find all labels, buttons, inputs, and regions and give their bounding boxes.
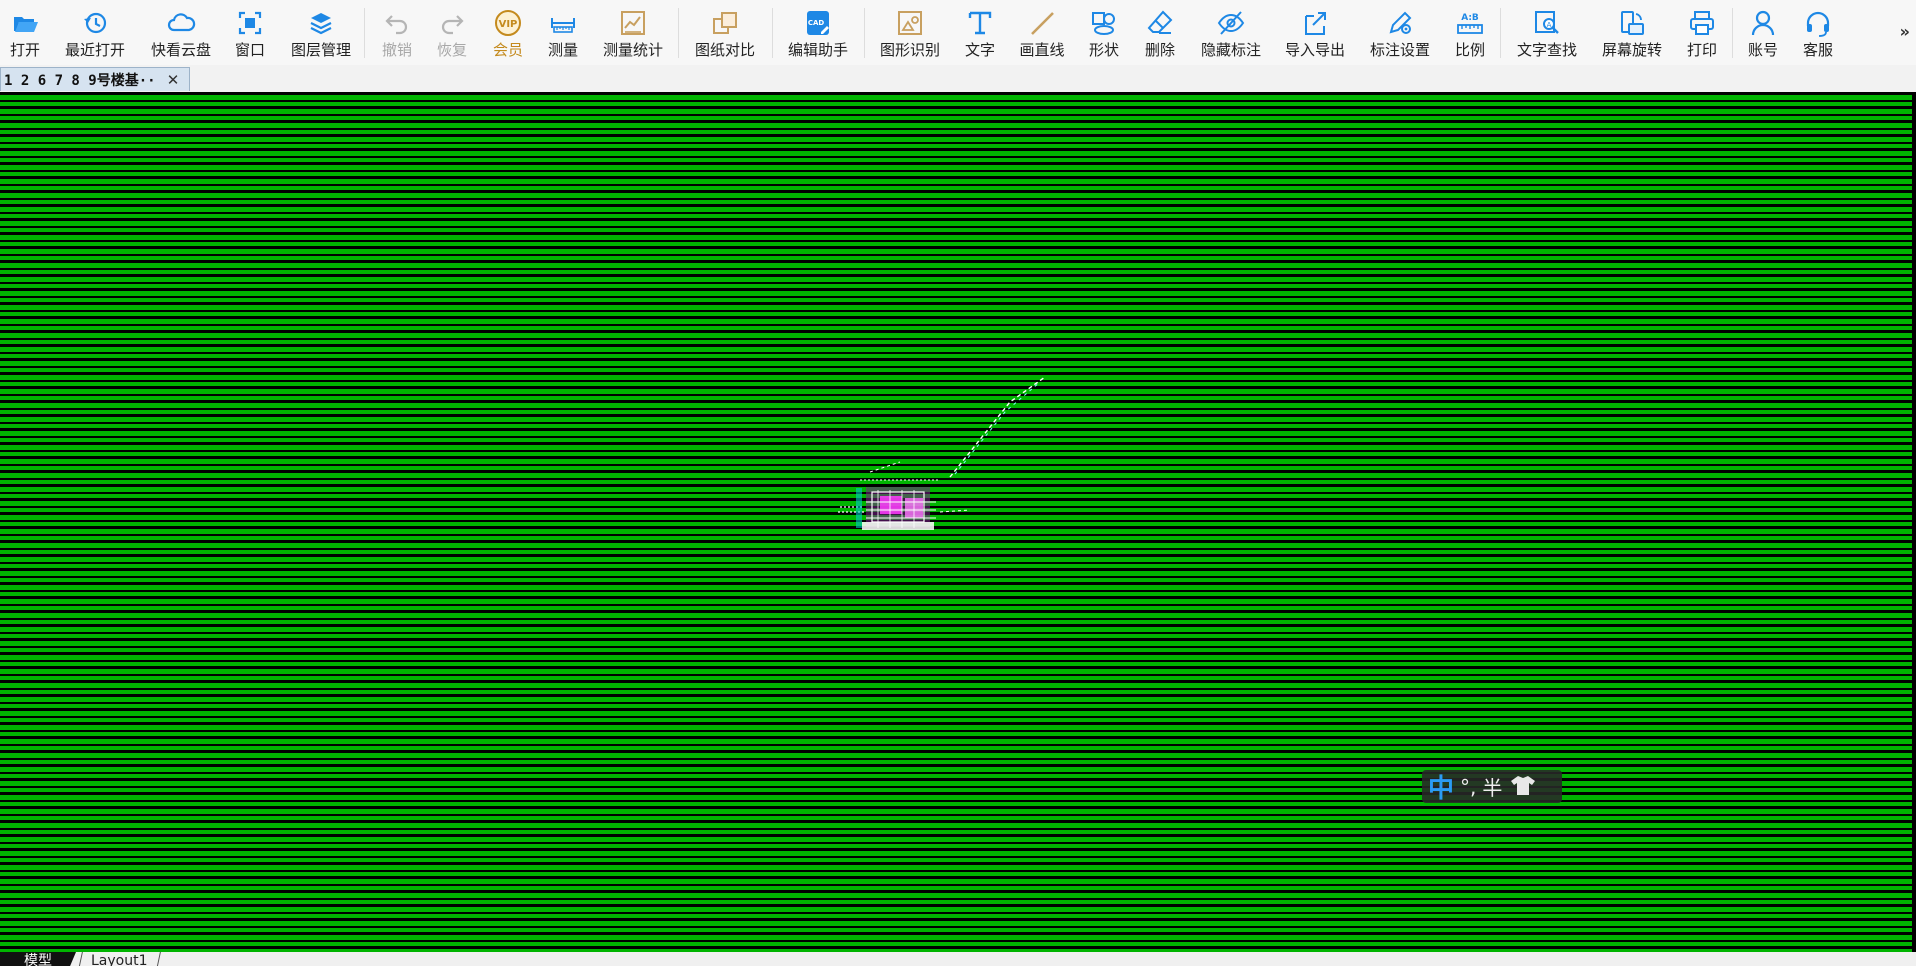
undo-button[interactable]: 撤销 bbox=[381, 4, 413, 62]
hide-annotations-button[interactable]: 隐藏标注 bbox=[1200, 4, 1262, 62]
tshirt-skin-icon[interactable] bbox=[1510, 774, 1536, 800]
annotation-settings-icon bbox=[1385, 8, 1415, 38]
folder-open-icon bbox=[10, 8, 40, 38]
toolbar-separator bbox=[678, 8, 679, 58]
layout-tab-bar: 模型 Layout1 bbox=[0, 952, 1916, 966]
shapes-icon bbox=[1089, 8, 1119, 38]
ruler-icon bbox=[548, 8, 578, 38]
screen-rotate-button[interactable]: 屏幕旋转 bbox=[1601, 4, 1663, 62]
svg-text:CAD: CAD bbox=[808, 19, 825, 27]
recent-open-button[interactable]: 最近打开 bbox=[64, 4, 126, 62]
document-tab[interactable]: 1 2 6 7 8 9号楼基·· ✕ bbox=[0, 67, 190, 91]
open-button[interactable]: 打开 bbox=[8, 4, 42, 62]
measure-stats-button[interactable]: 测量统计 bbox=[602, 4, 664, 62]
printer-icon bbox=[1687, 8, 1717, 38]
headset-icon bbox=[1803, 8, 1833, 38]
scale-icon: A:B bbox=[1455, 8, 1485, 38]
toolbar-separator bbox=[864, 8, 865, 58]
annotation-settings-button[interactable]: 标注设置 bbox=[1369, 4, 1431, 62]
svg-text:A: A bbox=[1547, 21, 1552, 29]
document-tab-title: 1 2 6 7 8 9号楼基·· bbox=[4, 72, 156, 89]
ime-punctuation-toggle[interactable]: °, bbox=[1460, 775, 1476, 799]
import-export-icon bbox=[1300, 8, 1330, 38]
import-export-button[interactable]: 导入导出 bbox=[1284, 4, 1346, 62]
delete-button[interactable]: 删除 bbox=[1144, 4, 1176, 62]
layout-tab-layout1[interactable]: Layout1 bbox=[78, 952, 161, 966]
cloud-icon bbox=[166, 8, 196, 38]
vip-icon: VIP bbox=[493, 8, 523, 38]
rotate-screen-icon bbox=[1617, 8, 1647, 38]
toolbar-separator bbox=[1500, 8, 1501, 58]
svg-text:A:B: A:B bbox=[1461, 13, 1479, 23]
undo-icon bbox=[382, 8, 412, 38]
drawing-canvas[interactable] bbox=[0, 92, 1916, 952]
measure-button[interactable]: 测量 bbox=[547, 4, 579, 62]
toolbar-separator bbox=[772, 8, 773, 58]
history-icon bbox=[80, 8, 110, 38]
customer-service-button[interactable]: 客服 bbox=[1802, 4, 1834, 62]
drawing-dashed-line bbox=[939, 509, 971, 513]
compare-icon bbox=[710, 8, 740, 38]
document-tab-strip: 1 2 6 7 8 9号楼基·· ✕ bbox=[0, 65, 1916, 92]
text-icon bbox=[965, 8, 995, 38]
text-search-icon: A bbox=[1532, 8, 1562, 38]
svg-text:VIP: VIP bbox=[499, 19, 518, 30]
shape-recognize-icon bbox=[895, 8, 925, 38]
text-search-button[interactable]: A 文字查找 bbox=[1516, 4, 1578, 62]
redo-icon bbox=[437, 8, 467, 38]
canvas-right-edge bbox=[1912, 92, 1916, 952]
drawing-compare-button[interactable]: 图纸对比 bbox=[694, 4, 756, 62]
line-icon bbox=[1027, 8, 1057, 38]
cloud-drive-button[interactable]: 快看云盘 bbox=[150, 4, 212, 62]
print-button[interactable]: 打印 bbox=[1686, 4, 1718, 62]
measure-stats-icon bbox=[618, 8, 648, 38]
ime-status-bar[interactable]: 中 °, 半 bbox=[1422, 768, 1562, 805]
layout-tab-model[interactable]: 模型 bbox=[0, 952, 76, 966]
window-fit-button[interactable]: 窗口 bbox=[234, 4, 266, 62]
cad-drawing bbox=[838, 376, 1046, 530]
text-tool-button[interactable]: 文字 bbox=[964, 4, 996, 62]
user-icon bbox=[1748, 8, 1778, 38]
redo-button[interactable]: 恢复 bbox=[436, 4, 468, 62]
edit-assistant-button[interactable]: CAD 编辑助手 bbox=[787, 4, 849, 62]
account-button[interactable]: 账号 bbox=[1747, 4, 1779, 62]
cad-edit-icon: CAD bbox=[803, 8, 833, 38]
close-tab-icon[interactable]: ✕ bbox=[164, 71, 182, 89]
eye-hide-icon bbox=[1216, 8, 1246, 38]
ime-mode-toggle[interactable]: 中 bbox=[1428, 768, 1454, 805]
draw-line-button[interactable]: 画直线 bbox=[1018, 4, 1066, 62]
ime-width-toggle[interactable]: 半 bbox=[1482, 772, 1502, 801]
toolbar-more-button[interactable]: » bbox=[1900, 22, 1910, 41]
window-fit-icon bbox=[235, 8, 265, 38]
cad-viewer-window: 打开 最近打开 快看云盘 窗口 图层管理 撤销 恢复 VIP 会员 测量 测量统… bbox=[0, 0, 1916, 966]
layers-icon bbox=[306, 8, 336, 38]
shapes-button[interactable]: 形状 bbox=[1088, 4, 1120, 62]
shape-recognition-button[interactable]: 图形识别 bbox=[879, 4, 941, 62]
drawing-dashed-line bbox=[869, 461, 901, 473]
toolbar-separator bbox=[364, 8, 365, 58]
scale-button[interactable]: A:B 比例 bbox=[1454, 4, 1486, 62]
toolbar-separator bbox=[1732, 8, 1733, 58]
eraser-icon bbox=[1145, 8, 1175, 38]
vip-button[interactable]: VIP 会员 bbox=[492, 4, 524, 62]
building-plan-cluster bbox=[838, 479, 940, 530]
layer-manager-button[interactable]: 图层管理 bbox=[290, 4, 352, 62]
main-toolbar: 打开 最近打开 快看云盘 窗口 图层管理 撤销 恢复 VIP 会员 测量 测量统… bbox=[0, 0, 1916, 66]
drawing-dashed-line bbox=[954, 381, 1041, 475]
